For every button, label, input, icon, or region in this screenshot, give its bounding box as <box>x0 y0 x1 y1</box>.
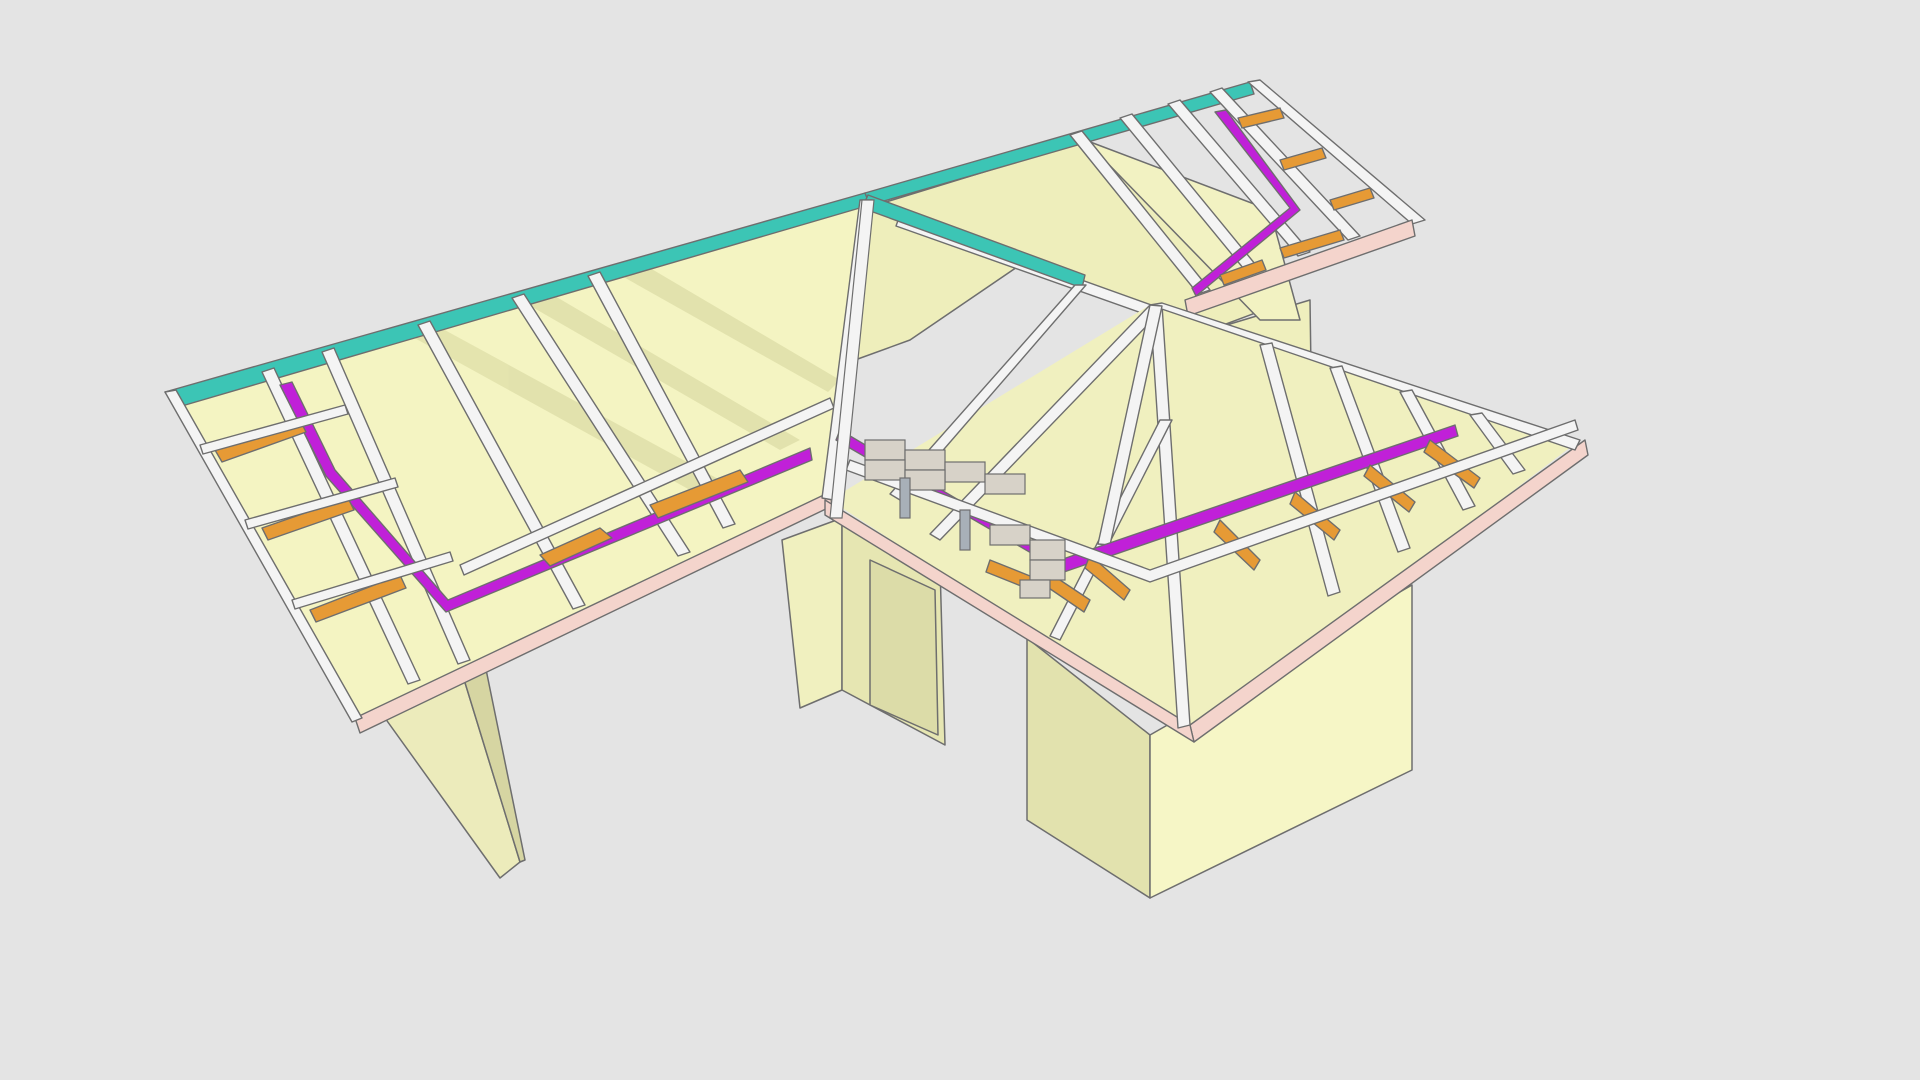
left-wing-roof <box>164 192 871 734</box>
center-pier-inner <box>869 559 939 736</box>
roof-framing-model <box>164 79 1589 899</box>
center-pier-front <box>781 517 843 709</box>
3d-viewport[interactable] <box>0 0 1920 1080</box>
